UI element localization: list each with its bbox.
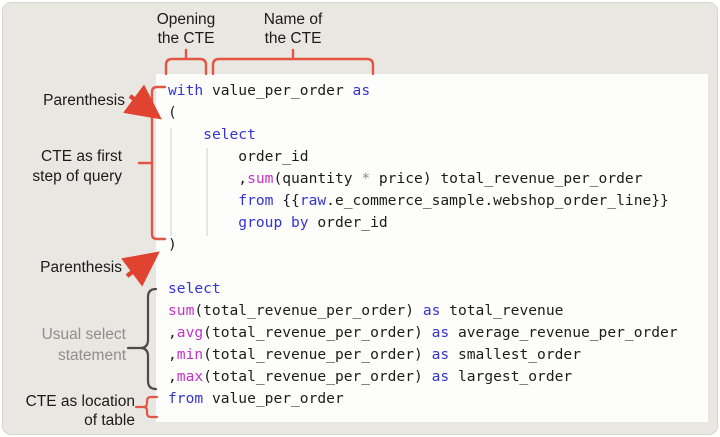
code-line: select: [168, 278, 678, 300]
label-line: of table: [2, 411, 135, 430]
label-opening-the-cte: Opening the CTE: [146, 10, 226, 48]
label-line: Opening: [146, 10, 226, 29]
code-line: (: [168, 102, 678, 124]
label-name-of-the-cte: Name of the CTE: [252, 10, 334, 48]
label-usual-select-statement: Usual select statement: [16, 324, 126, 366]
code-line: order_id: [168, 146, 678, 168]
label-cte-location-of-table: CTE as location of table: [2, 392, 135, 430]
code-line: ,avg(total_revenue_per_order) as average…: [168, 322, 678, 344]
code-line: with value_per_order as: [168, 80, 678, 102]
label-line: the CTE: [146, 29, 226, 48]
code-line: from {{raw.e_commerce_sample.webshop_ord…: [168, 190, 678, 212]
code-line: [168, 256, 678, 278]
label-line: statement: [16, 345, 126, 366]
code-line: select: [168, 124, 678, 146]
label-line: CTE as first: [10, 147, 122, 167]
label-line: CTE as location: [2, 392, 135, 411]
code-line: sum(total_revenue_per_order) as total_re…: [168, 300, 678, 322]
cte-annotated-diagram: with value_per_order as( select order_id…: [0, 0, 720, 437]
sql-code-block: with value_per_order as( select order_id…: [168, 80, 678, 410]
label-line: the CTE: [252, 29, 334, 48]
label-line: step of query: [10, 167, 122, 187]
code-line: ,min(total_revenue_per_order) as smalles…: [168, 344, 678, 366]
label-parenthesis-open: Parenthesis: [20, 91, 125, 110]
code-line: ,sum(quantity * price) total_revenue_per…: [168, 168, 678, 190]
label-parenthesis-close: Parenthesis: [18, 258, 122, 277]
code-line: group by order_id: [168, 212, 678, 234]
code-line: ,max(total_revenue_per_order) as largest…: [168, 366, 678, 388]
label-cte-first-step: CTE as first step of query: [10, 147, 122, 187]
label-line: Name of: [252, 10, 334, 29]
label-line: Usual select: [16, 324, 126, 345]
code-line: from value_per_order: [168, 388, 678, 410]
code-line: ): [168, 234, 678, 256]
